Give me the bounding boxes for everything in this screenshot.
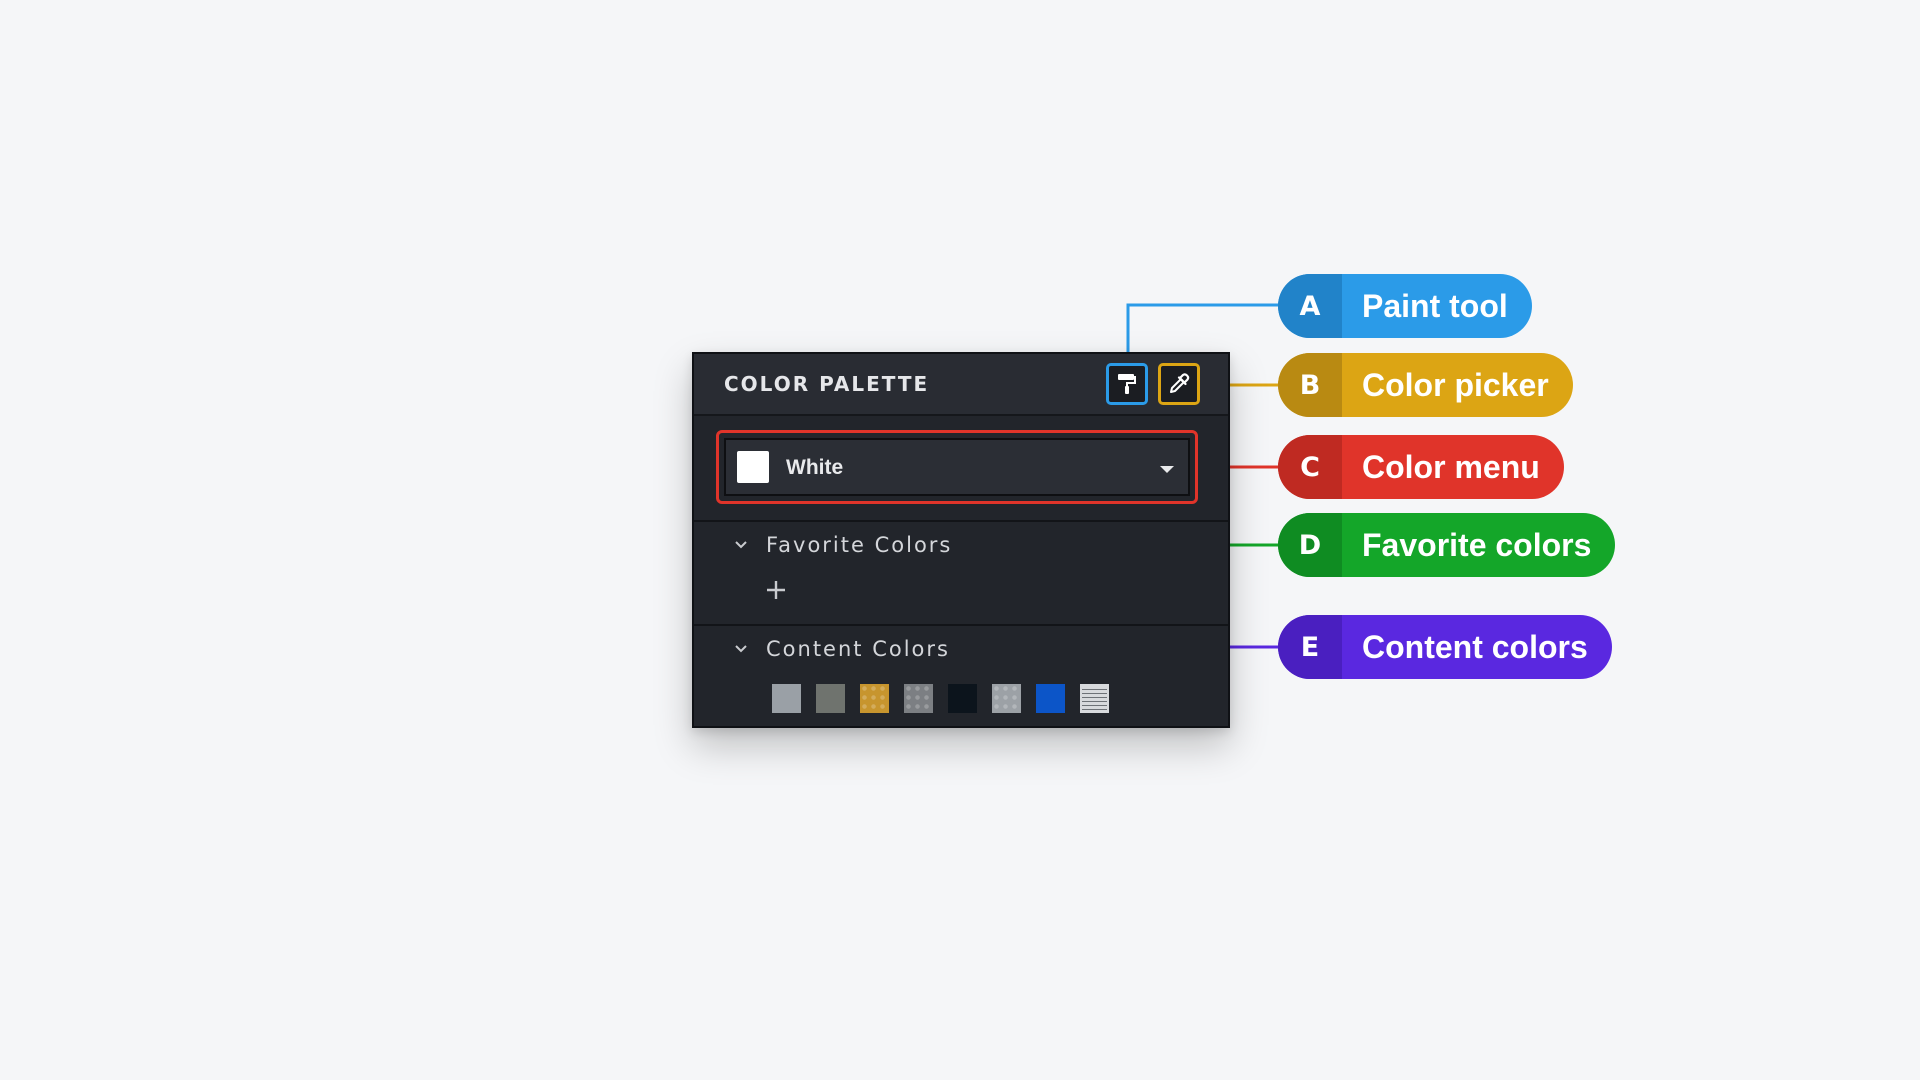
color-menu-highlight: White (716, 430, 1198, 504)
content-color-swatch[interactable] (1080, 684, 1109, 713)
callout-label: Color menu (1362, 448, 1540, 485)
callout-letter: C (1278, 435, 1342, 499)
chevron-down-icon (730, 638, 752, 660)
paint-tool-button[interactable] (1106, 363, 1148, 405)
section-divider (694, 624, 1228, 626)
content-color-swatch[interactable] (992, 684, 1021, 713)
content-color-swatch[interactable] (860, 684, 889, 713)
callout-a: A Paint tool (1278, 274, 1532, 338)
content-colors-label: Content Colors (766, 637, 950, 661)
annotated-screenshot: COLOR PALETTE White Favorite Colors Cont… (0, 0, 1920, 1080)
callout-letter: A (1278, 274, 1342, 338)
callout-d: D Favorite colors (1278, 513, 1616, 577)
favorite-colors-header[interactable]: Favorite Colors (730, 530, 952, 560)
plus-icon (767, 581, 785, 599)
selected-color-swatch (737, 451, 769, 483)
callout-label: Content colors (1362, 628, 1588, 665)
color-menu-dropdown[interactable]: White (724, 438, 1190, 496)
content-colors-header[interactable]: Content Colors (730, 634, 950, 664)
callout-letter: B (1278, 353, 1342, 417)
color-palette-panel: COLOR PALETTE White Favorite Colors Cont… (692, 352, 1230, 728)
section-divider (694, 520, 1228, 522)
callout-letter: E (1278, 615, 1342, 679)
content-color-swatch[interactable] (948, 684, 977, 713)
content-color-swatch[interactable] (772, 684, 801, 713)
callout-e: E Content colors (1278, 615, 1612, 679)
favorite-colors-label: Favorite Colors (766, 533, 953, 557)
callout-label: Color picker (1362, 366, 1549, 403)
content-color-swatch[interactable] (816, 684, 845, 713)
callout-c: C Color menu (1278, 435, 1564, 499)
chevron-down-icon (730, 534, 752, 556)
content-color-swatch[interactable] (1036, 684, 1065, 713)
caret-down-icon (1160, 466, 1174, 473)
eyedropper-icon (1170, 373, 1190, 393)
panel-title: COLOR PALETTE (724, 372, 930, 396)
add-favorite-button[interactable] (762, 576, 790, 604)
callout-letter: D (1278, 513, 1342, 577)
callout-label: Paint tool (1362, 287, 1508, 324)
panel-header: COLOR PALETTE (694, 354, 1228, 416)
connector-a (1126, 303, 1280, 356)
selected-color-label: White (786, 456, 844, 479)
callout-label: Favorite colors (1362, 526, 1592, 563)
color-picker-button[interactable] (1158, 363, 1200, 405)
content-color-swatch[interactable] (904, 684, 933, 713)
callout-b: B Color picker (1278, 353, 1573, 417)
paint-roller-icon (1118, 374, 1136, 394)
